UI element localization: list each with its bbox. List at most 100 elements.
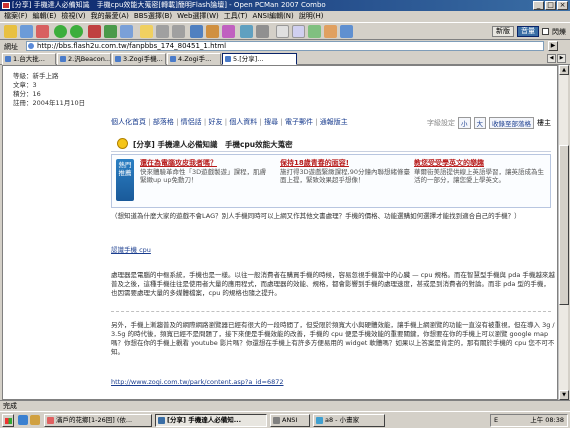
window-titlebar[interactable]: [分享] 手機達人必備知識 手機cpu效能大蒐密[轉載]簡明Flash論壇] -… — [0, 0, 570, 11]
window-title: [分享] 手機達人必備知識 手機cpu效能大蒐密[轉載]簡明Flash論壇] -… — [12, 1, 326, 9]
bbs-list-icon[interactable] — [206, 25, 219, 38]
add-to-blog-button[interactable]: 收錄至部落格 — [489, 117, 534, 129]
nav-friends[interactable]: 好友 — [208, 118, 222, 126]
web-viewport[interactable]: 等級：新手上路 文章：3 積分：16 註冊：2004年11月10日 個人化首頁 … — [2, 65, 558, 400]
paste-icon[interactable] — [172, 25, 185, 38]
font-icon[interactable] — [276, 25, 289, 38]
minimize-button[interactable]: _ — [533, 1, 544, 10]
scroll-down-icon[interactable]: ▼ — [559, 390, 569, 400]
ad-headline[interactable]: 教您受受學英文的樂趣 — [414, 159, 544, 168]
nav-blog[interactable]: 部落格 — [153, 118, 174, 126]
poster-registered: 註冊：2004年11月10日 — [13, 99, 86, 107]
task-label: [分享] 手機達人必備知... — [167, 416, 242, 424]
url-input[interactable]: http://bbs.flash2u.com.tw/fanpbbs_174_80… — [26, 41, 544, 51]
task-label: ANSI — [282, 416, 298, 424]
volume-button[interactable]: 音量 — [517, 26, 539, 37]
tab-2[interactable]: 2.汎Beacon... — [57, 53, 111, 65]
nav-email[interactable]: 電子郵件 — [285, 118, 313, 126]
nav-personal-home[interactable]: 個人化首頁 — [111, 118, 146, 126]
page-favicon-icon — [28, 43, 34, 49]
nav-report-moderator[interactable]: 通報版主 — [320, 118, 348, 126]
task-pcman-active[interactable]: [分享] 手機達人必備知... — [155, 414, 267, 427]
window-controls: _ □ × — [533, 1, 568, 10]
nav-couple-talk[interactable]: 情侶話 — [181, 118, 202, 126]
task-novel-reader[interactable]: 滿戶的花鄉[1-26回] (依... — [44, 414, 152, 427]
menu-file[interactable]: 檔案(F) — [4, 11, 28, 22]
task-app-icon — [316, 417, 323, 424]
menu-web[interactable]: Web選擇(W) — [177, 11, 219, 22]
connect-icon[interactable] — [20, 25, 33, 38]
menu-favorites[interactable]: 我的最愛(A) — [91, 11, 129, 22]
task-app-icon — [47, 417, 54, 424]
tab-1[interactable]: 1.台大批... — [2, 53, 56, 65]
nav-search[interactable]: 搜尋 — [264, 118, 278, 126]
task-label: 滿戶的花鄉[1-26回] (依... — [56, 416, 133, 424]
home-icon[interactable] — [120, 25, 133, 38]
menu-ansi-edit[interactable]: ANSI編輯(N) — [253, 11, 294, 22]
back-icon[interactable] — [54, 25, 67, 38]
tab-4[interactable]: 4.Zogi手... — [167, 53, 221, 65]
font-small-button[interactable]: 小 — [458, 117, 471, 129]
scroll-thumb[interactable] — [559, 145, 569, 305]
ad-text: 快來體驗革命性「3D遊戲製遊」課程，肌膚緊緻up up免動刀！ — [140, 167, 267, 185]
tab-page-icon — [5, 56, 11, 62]
menu-view[interactable]: 檢視(V) — [61, 11, 85, 22]
quicklaunch-folder-icon[interactable] — [30, 415, 40, 425]
know-cpu-link[interactable]: 認識手機 cpu — [111, 246, 151, 254]
menu-edit[interactable]: 編輯(E) — [33, 11, 57, 22]
mail-icon[interactable] — [240, 25, 253, 38]
quicklaunch-ie-icon[interactable] — [18, 415, 28, 425]
maximize-button[interactable]: □ — [545, 1, 556, 10]
vertical-scrollbar[interactable]: ▲ ▼ — [558, 65, 569, 400]
go-button[interactable]: ▶ — [548, 41, 558, 51]
tab-5-active[interactable]: 5.[分享]... — [222, 53, 297, 65]
hot-recommend-badge: 熱門推薦 — [116, 159, 134, 201]
copy-icon[interactable] — [156, 25, 169, 38]
tab-scroll-right-icon[interactable]: ▶ — [557, 54, 566, 63]
new-version-button[interactable]: 新版 — [492, 26, 514, 37]
task-ansi[interactable]: ANSI — [270, 414, 310, 427]
ime-indicator[interactable]: E — [494, 415, 498, 426]
task-app-icon — [158, 417, 165, 424]
menubar: 檔案(F) 編輯(E) 檢視(V) 我的最愛(A) BBS選擇(B) Web選擇… — [0, 11, 570, 22]
font-large-button[interactable]: 大 — [473, 117, 486, 129]
ad-item-2[interactable]: 保持18歲青春的面容! 施打得3D遊戲緊緻課程,90分鐘內聯想緒條臺面上提，緊致… — [280, 159, 410, 185]
forward-icon[interactable] — [70, 25, 83, 38]
favorites-star-icon[interactable] — [4, 25, 17, 38]
poster-posts: 文章：3 — [13, 81, 37, 89]
close-button[interactable]: × — [557, 1, 568, 10]
tab-3[interactable]: 3.Zogi手機... — [112, 53, 166, 65]
blue-tool-icon[interactable] — [340, 25, 353, 38]
orange-tool-icon[interactable] — [324, 25, 337, 38]
settings-icon[interactable] — [256, 25, 269, 38]
view-icon[interactable] — [292, 25, 305, 38]
post-paragraph-2: 另外，手機上漸趨普及的網際網路瀏覽器已經有很大的一段時間了，但受限於頻寬大小與硬… — [111, 321, 555, 356]
ad-item-3[interactable]: 教您受受學英文的樂趣 華爾街美語提供線上英語學習，讓英語成為生活的一部分，讓您愛… — [414, 159, 544, 185]
stop-icon[interactable] — [88, 25, 101, 38]
folder-icon[interactable] — [140, 25, 153, 38]
ansi-color-icon[interactable] — [222, 25, 235, 38]
clock[interactable]: 上午 08:38 — [530, 415, 564, 426]
blink-checkbox[interactable] — [542, 28, 549, 35]
post-section-link: 認識手機 cpu — [111, 246, 556, 255]
green-tool-icon[interactable] — [308, 25, 321, 38]
disconnect-icon[interactable] — [36, 25, 49, 38]
source-url-link[interactable]: http://www.zogi.com.tw/park/content.asp?… — [111, 378, 284, 386]
ad-headline[interactable]: 保持18歲青春的面容! — [280, 159, 410, 168]
tab-scroll-left-icon[interactable]: ◀ — [547, 54, 556, 63]
ad-headline[interactable]: 還在為電腦攻皮我者嗎？ — [140, 159, 270, 168]
refresh-icon[interactable] — [104, 25, 117, 38]
ad-item-1[interactable]: 還在為電腦攻皮我者嗎？ 快來體驗革命性「3D遊戲製遊」課程，肌膚緊緻up up免… — [140, 159, 270, 185]
menu-tools[interactable]: 工具(T) — [224, 11, 248, 22]
search-icon[interactable] — [190, 25, 203, 38]
pcman-app-icon[interactable] — [2, 2, 10, 9]
start-button[interactable] — [2, 414, 14, 427]
menu-bbs[interactable]: BBS選擇(B) — [134, 11, 172, 22]
task-paint[interactable]: a8 - 小畫家 — [313, 414, 385, 427]
tab-label: 3.Zogi手機... — [123, 55, 163, 63]
scroll-up-icon[interactable]: ▲ — [559, 65, 569, 75]
nav-profile[interactable]: 個人資料 — [229, 118, 257, 126]
menu-help[interactable]: 說明(H) — [299, 11, 324, 22]
ad-text: 華爾街美語提供線上英語學習，讓英語成為生活的一部分，讓您愛上學英文。 — [414, 167, 544, 185]
status-bar: 完成 — [0, 400, 570, 411]
